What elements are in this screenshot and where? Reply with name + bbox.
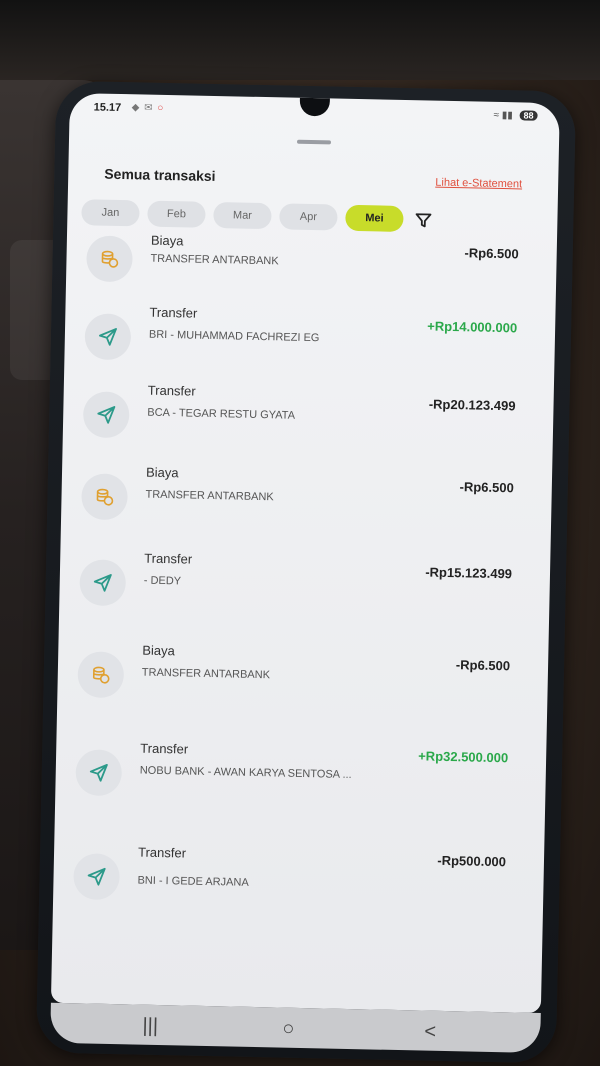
transaction-desc: BCA - TEGAR RESTU GYATA bbox=[147, 406, 296, 422]
transaction-type: Transfer bbox=[137, 844, 187, 861]
e-statement-link[interactable]: Lihat e-Statement bbox=[435, 177, 522, 191]
recents-button[interactable]: ||| bbox=[142, 1015, 158, 1038]
transaction-desc: BNI - I GEDE ARJANA bbox=[137, 874, 249, 889]
transaction-amount: +Rp32.500.000 bbox=[418, 748, 509, 766]
coins-icon bbox=[81, 473, 129, 521]
transaction-desc: - DEDY bbox=[143, 574, 182, 588]
month-tab-mei[interactable]: Mei bbox=[345, 204, 404, 232]
paper-plane-icon bbox=[73, 853, 121, 901]
transaction-type: Biaya bbox=[142, 642, 176, 659]
alert-icon: ○ bbox=[157, 102, 165, 114]
transaction-type: Transfer bbox=[144, 550, 193, 567]
transaction-amount: -Rp6.500 bbox=[459, 479, 514, 496]
transaction-amount: -Rp6.500 bbox=[455, 657, 511, 674]
status-time: 15.17 bbox=[93, 101, 122, 115]
transaction-desc: TRANSFER ANTARBANK bbox=[141, 666, 271, 682]
sheet-drag-handle[interactable] bbox=[296, 139, 332, 145]
paper-plane-icon bbox=[82, 391, 130, 439]
battery-indicator: 88 bbox=[519, 110, 538, 121]
month-tab-apr[interactable]: Apr bbox=[279, 203, 338, 231]
transaction-row[interactable]: Transfer BRI - MUHAMMAD FACHREZI EG +Rp1… bbox=[64, 305, 556, 395]
notification-icons: ◆ ✉ ○ bbox=[131, 102, 165, 114]
transaction-row[interactable]: Transfer - DEDY -Rp15.123.499 bbox=[59, 551, 551, 641]
wifi-icon: ≈ bbox=[493, 109, 500, 121]
transaction-type: Transfer bbox=[149, 304, 198, 321]
paper-plane-icon bbox=[79, 559, 127, 607]
home-button[interactable]: ○ bbox=[282, 1018, 295, 1041]
transaction-desc: NOBU BANK - AWAN KARYA SENTOSA ... bbox=[139, 764, 352, 781]
background-top bbox=[0, 0, 600, 80]
transaction-type: Transfer bbox=[147, 382, 196, 399]
month-filter-bar: Jan Feb Mar Apr Mei bbox=[81, 199, 541, 237]
transaction-row[interactable]: Biaya TRANSFER ANTARBANK -Rp6.500 bbox=[61, 465, 553, 555]
month-tab-feb[interactable]: Feb bbox=[147, 200, 206, 228]
back-button[interactable]: < bbox=[424, 1021, 436, 1044]
transaction-type: Transfer bbox=[140, 740, 189, 757]
transaction-desc: BRI - MUHAMMAD FACHREZI EG bbox=[148, 328, 320, 345]
coins-icon bbox=[86, 235, 133, 283]
transaction-amount: -Rp6.500 bbox=[464, 245, 519, 262]
transaction-type: Biaya bbox=[145, 464, 179, 481]
transaction-row[interactable]: Biaya TRANSFER ANTARBANK -Rp6.500 bbox=[57, 643, 549, 733]
filter-icon[interactable] bbox=[413, 210, 433, 230]
transaction-desc: TRANSFER ANTARBANK bbox=[145, 488, 274, 504]
transaction-row[interactable]: Transfer BNI - I GEDE ARJANA -Rp500.000 bbox=[53, 845, 545, 935]
signal-icon: ▮▮ bbox=[501, 110, 513, 122]
transaction-amount: -Rp500.000 bbox=[437, 852, 507, 870]
transaction-row[interactable]: Transfer BCA - TEGAR RESTU GYATA -Rp20.1… bbox=[62, 383, 554, 473]
transaction-amount: -Rp15.123.499 bbox=[425, 564, 513, 582]
transaction-amount: +Rp14.000.000 bbox=[427, 318, 518, 336]
phone-body: 15.17 ◆ ✉ ○ ≈ ▮▮ 88 Semua transaksi Liha… bbox=[35, 80, 577, 1064]
camera-notch bbox=[299, 97, 330, 117]
paper-plane-icon bbox=[84, 313, 132, 361]
phone-screen: 15.17 ◆ ✉ ○ ≈ ▮▮ 88 Semua transaksi Liha… bbox=[50, 92, 560, 1014]
month-tab-jan[interactable]: Jan bbox=[81, 199, 140, 227]
month-tab-mar[interactable]: Mar bbox=[213, 201, 272, 230]
coins-icon bbox=[77, 651, 125, 699]
transaction-type: Biaya bbox=[150, 232, 184, 249]
page-title: Semua transaksi bbox=[104, 165, 216, 185]
paper-plane-icon bbox=[75, 749, 123, 797]
transaction-row[interactable]: Transfer NOBU BANK - AWAN KARYA SENTOSA … bbox=[55, 741, 547, 831]
system-icons: ≈ ▮▮ 88 bbox=[493, 109, 538, 122]
status-bar: 15.17 ◆ ✉ ○ ≈ ▮▮ 88 bbox=[69, 93, 560, 133]
transaction-desc: TRANSFER ANTARBANK bbox=[150, 252, 279, 268]
transaction-amount: -Rp20.123.499 bbox=[428, 396, 516, 414]
